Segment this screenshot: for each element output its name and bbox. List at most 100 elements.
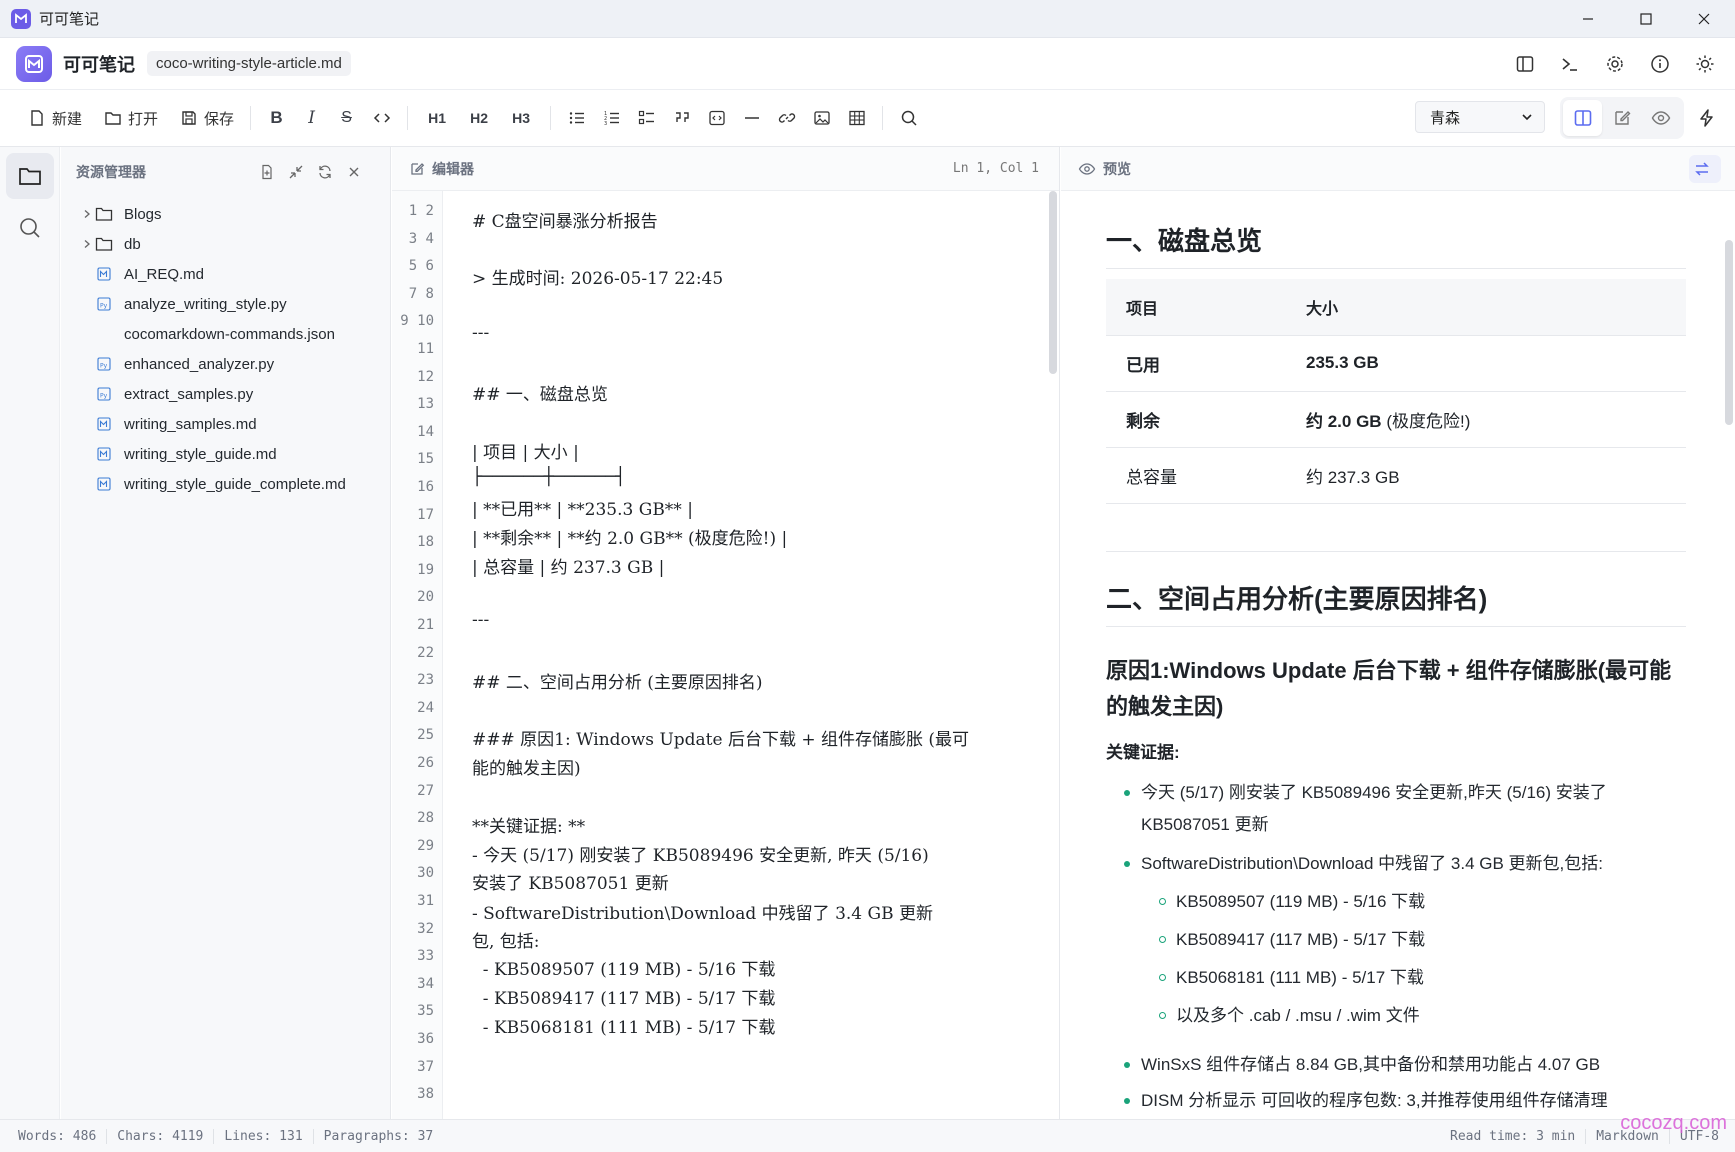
line-number: 20: [417, 589, 434, 606]
code-line: | 项目 | 大小 |: [472, 443, 579, 463]
save-button[interactable]: 保存: [172, 101, 242, 135]
bullet-circle: [1159, 974, 1166, 981]
tree-file[interactable]: cocomarkdown-commands.json: [61, 319, 390, 349]
read-time: Read time: 3 min: [1432, 1129, 1587, 1144]
tree-file[interactable]: Py enhanced_analyzer.py: [61, 349, 390, 379]
window-titlebar: 可可笔记: [0, 0, 1735, 38]
collapse-all-icon[interactable]: [281, 161, 310, 183]
cursor-position: Ln 1, Col 1: [952, 161, 1039, 176]
code-line: | **已用** | **235.3 GB** |: [472, 500, 693, 520]
file-explorer: 资源管理器 Blogs db AI_REQ.md Py analyze_writing_…: [61, 147, 391, 1119]
insert-link-button[interactable]: [769, 101, 804, 135]
line-number: 13: [417, 396, 434, 413]
theme-select-value: 青森: [1430, 109, 1461, 127]
preview-only-button[interactable]: [1642, 100, 1681, 136]
search-button[interactable]: [891, 101, 926, 135]
sync-scroll-button[interactable]: [1689, 155, 1721, 183]
horizontal-rule: [1106, 551, 1686, 552]
preview-scrollbar[interactable]: [1725, 240, 1733, 425]
italic-button[interactable]: I: [294, 101, 329, 135]
quick-action-button[interactable]: [1690, 101, 1724, 135]
line-number: 12: [417, 368, 434, 385]
inline-code-button[interactable]: [364, 101, 399, 135]
line-number: 9 10: [400, 313, 434, 330]
new-file-icon: [31, 110, 43, 126]
blockquote-button[interactable]: [664, 101, 699, 135]
split-view-button[interactable]: [1563, 100, 1603, 136]
code-line: - 今天 (5/17) 刚安装了 KB5089496 安全更新, 昨天 (5/1…: [472, 846, 929, 866]
tree-file[interactable]: writing_style_guide.md: [61, 439, 390, 469]
new-file-button[interactable]: 新建: [20, 101, 90, 135]
gear-icon[interactable]: [1592, 44, 1637, 84]
code-line: | 总容量 | 约 237.3 GB |: [472, 558, 665, 578]
line-count: Lines: 131: [214, 1128, 314, 1144]
tree-file[interactable]: Py extract_samples.py: [61, 379, 390, 409]
code-line: - KB5089417 (117 MB) - 5/17 下载: [472, 989, 776, 1009]
line-number: 14: [417, 423, 434, 440]
save-label: 保存: [204, 110, 235, 128]
tree-file[interactable]: writing_style_guide_complete.md: [61, 469, 390, 499]
insert-image-button[interactable]: [804, 101, 839, 135]
tree-file[interactable]: AI_REQ.md: [61, 259, 390, 289]
minimize-button[interactable]: [1559, 0, 1617, 38]
list-item-text: KB5068181 (111 MB) - 5/17 下载: [1176, 968, 1424, 987]
terminal-icon[interactable]: [1547, 44, 1592, 84]
task-list-button[interactable]: [629, 101, 664, 135]
line-number: 25: [417, 727, 434, 744]
new-file-icon[interactable]: [252, 161, 281, 183]
line-number: 31: [417, 893, 434, 909]
open-file-button[interactable]: 打开: [96, 101, 166, 135]
bullet-list-button[interactable]: [559, 101, 594, 135]
markdown-source[interactable]: # C盘空间暴涨分析报告 > 生成时间: 2026-05-17 22:45 --- #…: [472, 191, 1032, 1119]
numbered-list-button[interactable]: 123: [594, 101, 629, 135]
insert-table-button[interactable]: [839, 101, 874, 135]
line-number-gutter: 1 2 3 4 5 6 7 8 9 10 11 12 13 14 15 16 17 18 19 20 21 22…: [392, 191, 443, 1119]
line-number: 21: [417, 617, 434, 633]
code-line: 安装了 KB5087051 更新: [472, 874, 669, 894]
search-activity-button[interactable]: [6, 205, 54, 251]
tree-folder[interactable]: Blogs: [61, 199, 390, 229]
bold-button[interactable]: B: [259, 101, 294, 135]
code-line: | **剩余** | **约 2.0 GB** (极度危险!) |: [472, 529, 788, 549]
table-row: 已用 235.3 GB: [1106, 335, 1686, 392]
chevron-right-icon: [81, 239, 93, 249]
tree-folder[interactable]: db: [61, 229, 390, 259]
code-line: - KB5089507 (119 MB) - 5/16 下载: [472, 960, 776, 980]
explorer-activity-button[interactable]: [6, 153, 54, 199]
folder-icon: [93, 206, 115, 222]
paragraph-count: Paragraphs: 37: [323, 1128, 434, 1144]
heading-3-button[interactable]: H3: [500, 101, 542, 135]
heading-2-button[interactable]: H2: [458, 101, 500, 135]
svg-text:Py: Py: [100, 303, 108, 310]
editor-scrollbar[interactable]: [1049, 191, 1057, 374]
sun-icon[interactable]: [1682, 44, 1727, 84]
tree-file[interactable]: Py analyze_writing_style.py: [61, 289, 390, 319]
edit-only-button[interactable]: [1602, 100, 1641, 136]
refresh-icon[interactable]: [310, 161, 339, 183]
close-icon[interactable]: [339, 161, 368, 183]
strikethrough-button[interactable]: S: [329, 101, 364, 135]
code-line: ---: [472, 610, 490, 630]
svg-text:3: 3: [604, 121, 607, 127]
code-icon: [373, 113, 390, 123]
info-icon[interactable]: [1637, 44, 1682, 84]
line-number: 38: [417, 1086, 434, 1103]
theme-select[interactable]: 青森: [1415, 101, 1545, 133]
close-window-button[interactable]: [1675, 0, 1733, 38]
tree-item-label: extract_samples.py: [124, 385, 254, 403]
maximize-button[interactable]: [1617, 0, 1675, 38]
code-block-button[interactable]: [699, 101, 734, 135]
toolbar-divider: [550, 106, 552, 130]
heading-1-button[interactable]: H1: [416, 101, 458, 135]
tree-file[interactable]: writing_samples.md: [61, 409, 390, 439]
toggle-sidebar-icon[interactable]: [1502, 44, 1547, 84]
table-cell: 约 2.0 GB (极度危险!): [1286, 391, 1686, 448]
explorer-title: 资源管理器: [76, 164, 146, 180]
current-file-tab[interactable]: coco-writing-style-article.md: [147, 51, 351, 76]
app-name: 可可笔记: [63, 54, 135, 75]
horizontal-rule-button[interactable]: [734, 101, 769, 135]
markdown-file-icon: [93, 447, 115, 461]
sync-icon: [1694, 162, 1709, 176]
list-item-text: 以及多个 .cab / .msu / .wim 文件: [1176, 1006, 1420, 1025]
toolbar-divider: [407, 106, 409, 130]
